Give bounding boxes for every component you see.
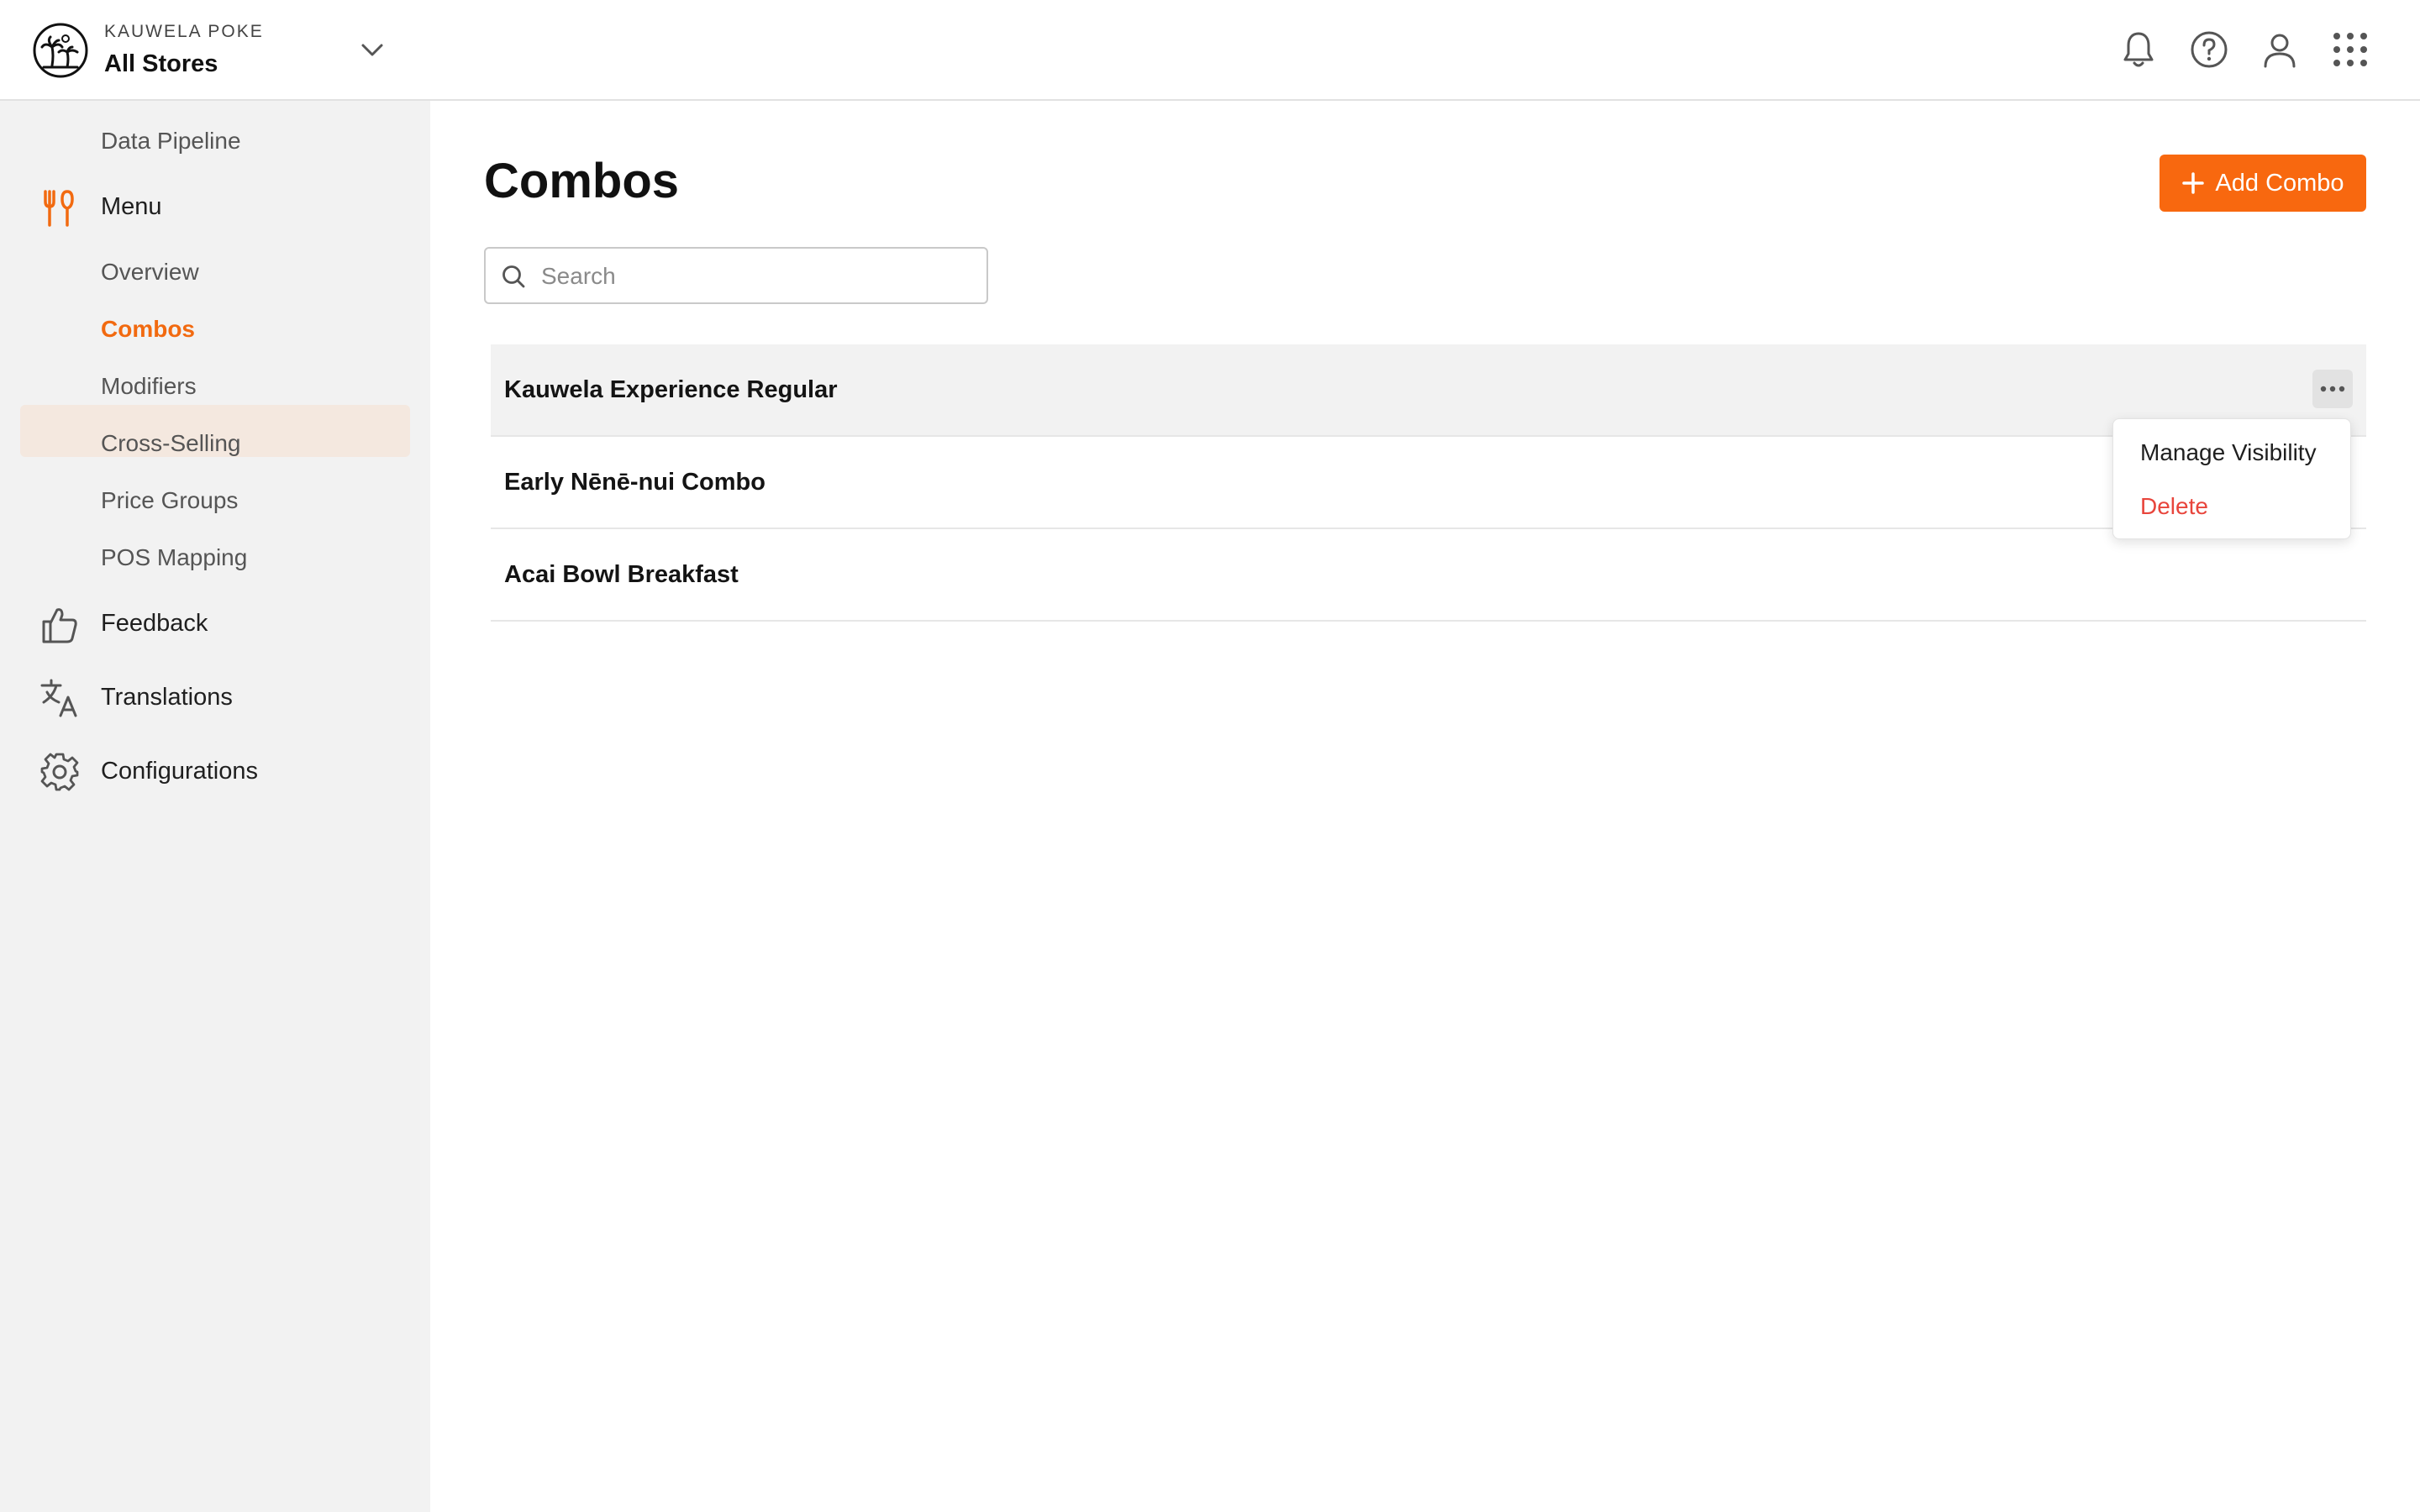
search-input[interactable] [539, 255, 963, 297]
combo-name: Early Nēnē-nui Combo [504, 469, 765, 496]
palm-tree-logo-icon [33, 23, 88, 78]
combo-row[interactable]: Kauwela Experience Regular [491, 344, 2366, 437]
apps-grid-icon[interactable] [2329, 29, 2371, 71]
sidebar-item-translations[interactable]: Translations [101, 684, 233, 711]
sidebar-item-menu[interactable]: Menu [101, 193, 162, 221]
search-icon [502, 265, 525, 288]
sidebar-item-modifiers[interactable]: Modifiers [101, 373, 197, 400]
combo-row[interactable]: Early Nēnē-nui Combo [491, 437, 2366, 529]
sidebar-item-overview[interactable]: Overview [101, 259, 199, 286]
sidebar-item-cross-selling[interactable]: Cross-Selling [101, 430, 241, 457]
page-title: Combos [484, 154, 679, 208]
thumbs-up-icon [42, 608, 77, 643]
ellipsis-icon [2320, 386, 2345, 392]
add-combo-label: Add Combo [2215, 169, 2344, 197]
combo-name: Kauwela Experience Regular [504, 376, 838, 403]
search-box [484, 247, 988, 304]
delete-menu-item[interactable]: Delete [2140, 493, 2208, 520]
combo-name: Acai Bowl Breakfast [504, 561, 739, 588]
organization-name: KAUWELA POKE [104, 22, 264, 41]
sidebar-item-configurations[interactable]: Configurations [101, 758, 258, 785]
sidebar-item-combos[interactable]: Combos [101, 316, 195, 343]
translate-icon [40, 679, 77, 717]
bell-icon[interactable] [2118, 29, 2160, 71]
sidebar-item-feedback[interactable]: Feedback [101, 610, 208, 638]
combo-row[interactable]: Acai Bowl Breakfast [491, 529, 2366, 622]
sidebar-item-pos-mapping[interactable]: POS Mapping [101, 544, 247, 571]
gear-icon [40, 753, 79, 791]
sidebar: Data Pipeline Menu Overview Combos Modif… [0, 101, 430, 1512]
manage-visibility-menu-item[interactable]: Manage Visibility [2140, 439, 2317, 466]
add-combo-button[interactable]: Add Combo [2160, 155, 2366, 212]
top-bar: KAUWELA POKE All Stores [0, 0, 2420, 101]
help-icon[interactable] [2188, 29, 2230, 71]
sidebar-item-price-groups[interactable]: Price Groups [101, 487, 238, 514]
store-selector-label[interactable]: All Stores [104, 50, 218, 78]
plus-icon [2182, 172, 2205, 194]
more-options-button[interactable] [2312, 370, 2353, 408]
row-actions-menu: Manage Visibility Delete [2112, 418, 2351, 539]
chevron-down-icon[interactable] [358, 39, 387, 62]
fork-knife-icon [44, 190, 74, 227]
sidebar-item-data-pipeline[interactable]: Data Pipeline [101, 128, 241, 155]
user-icon[interactable] [2259, 29, 2301, 71]
